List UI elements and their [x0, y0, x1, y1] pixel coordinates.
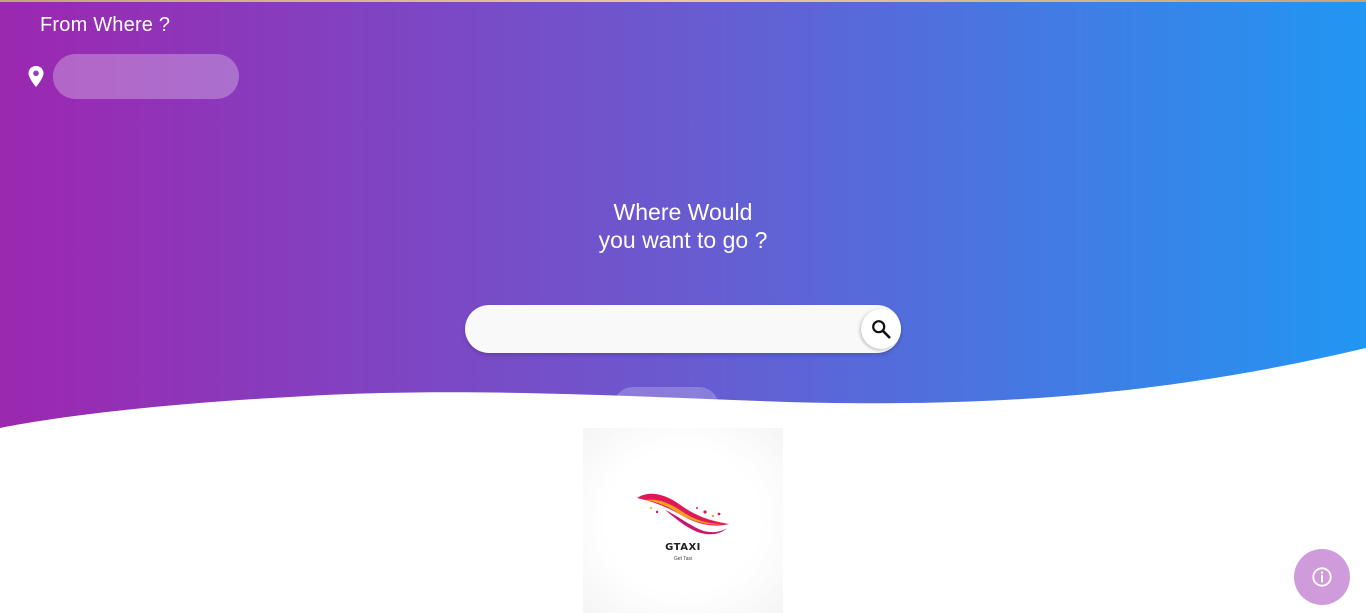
destination-heading: Where Would you want to go ? — [483, 198, 883, 254]
destination-search-input[interactable] — [465, 305, 855, 353]
info-icon — [1312, 567, 1332, 587]
heading-line-2: you want to go ? — [598, 227, 768, 253]
gtaxi-logo: GTAXI Get Taxi — [583, 428, 783, 613]
info-button[interactable] — [1294, 549, 1350, 605]
from-where-label: From Where ? — [40, 14, 171, 36]
top-accent-strip — [0, 0, 1366, 2]
heading-line-1: Where Would — [613, 199, 753, 225]
page: From Where ? Where Would you want to go … — [0, 0, 1366, 615]
go-button[interactable] — [613, 387, 719, 427]
location-pin-icon — [28, 66, 44, 87]
from-location-input[interactable] — [53, 54, 239, 99]
search-icon — [872, 320, 891, 339]
logo-name: GTAXI — [665, 542, 701, 553]
search-button[interactable] — [861, 309, 901, 349]
logo-tagline: Get Taxi — [673, 556, 693, 562]
logo-swoosh-graphic — [637, 493, 729, 535]
destination-search-box — [465, 305, 901, 353]
